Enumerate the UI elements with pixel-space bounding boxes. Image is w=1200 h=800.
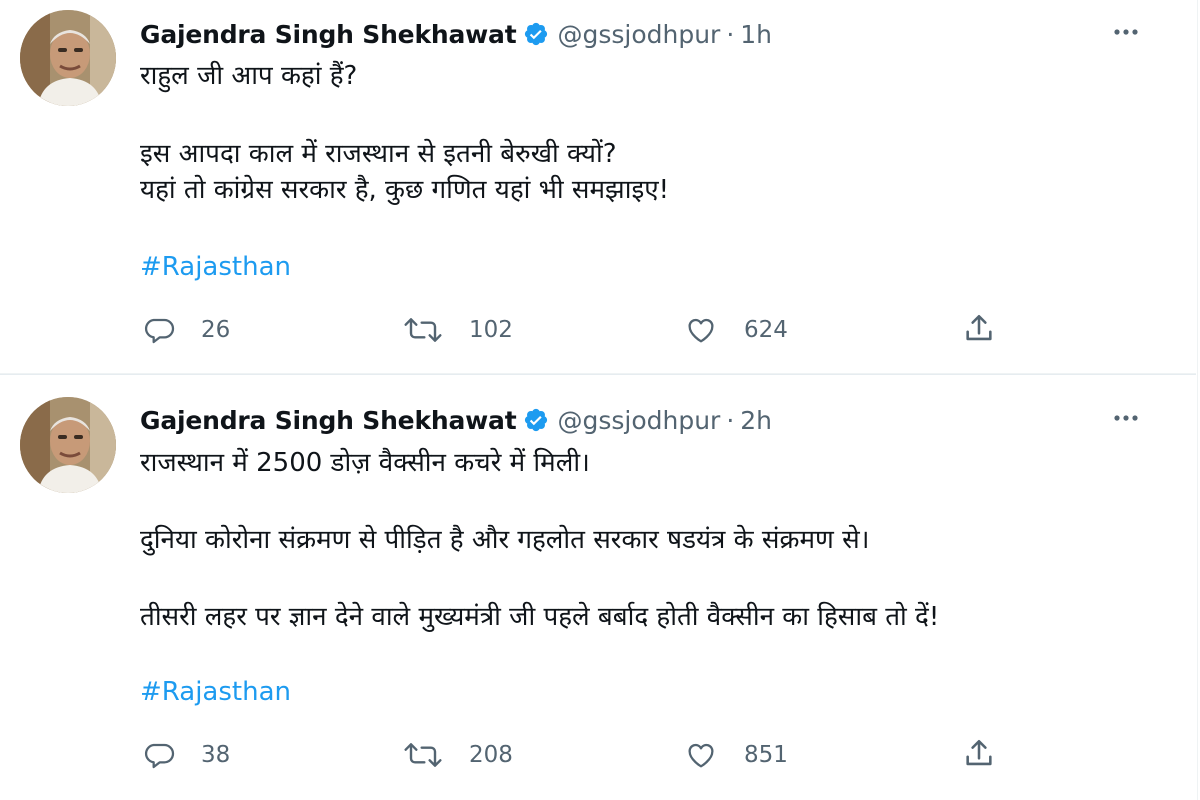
reply-icon — [143, 314, 175, 346]
tweet-header: Gajendra Singh Shekhawat @gssjodhpur · 2… — [140, 402, 772, 438]
feed-border — [1197, 0, 1198, 800]
retweet-icon — [403, 314, 443, 346]
tweet-text-line: इस आपदा काल में राजस्थान से इतनी बेरुखी … — [140, 139, 617, 169]
share-icon — [962, 312, 996, 346]
reply-button[interactable]: 26 — [143, 314, 230, 346]
verified-badge-icon — [523, 407, 549, 433]
meta-separator: · — [726, 19, 735, 49]
hashtag-link[interactable]: #Rajasthan — [140, 677, 291, 707]
meta-separator: · — [726, 405, 735, 435]
more-options-icon[interactable] — [1108, 400, 1144, 436]
author-name[interactable]: Gajendra Singh Shekhawat — [140, 406, 517, 435]
tweet[interactable]: Gajendra Singh Shekhawat @gssjodhpur · 2… — [0, 375, 1196, 800]
avatar-image — [20, 10, 116, 106]
avatar[interactable] — [20, 10, 116, 106]
like-icon — [684, 739, 718, 771]
reply-count: 26 — [201, 317, 231, 343]
retweet-button[interactable]: 102 — [403, 314, 513, 346]
more-options-icon[interactable] — [1108, 14, 1144, 50]
share-button[interactable] — [962, 312, 996, 346]
tweet-text-line: राहुल जी आप कहां हैं? — [140, 61, 358, 91]
reply-button[interactable]: 38 — [143, 739, 230, 771]
retweet-count: 102 — [469, 317, 513, 343]
like-count: 624 — [744, 317, 788, 343]
tweet[interactable]: Gajendra Singh Shekhawat @gssjodhpur · 1… — [0, 0, 1196, 374]
tweet-text-line: दुनिया कोरोना संक्रमण से पीड़ित है और गह… — [140, 525, 870, 555]
retweet-count: 208 — [469, 742, 513, 768]
like-button[interactable]: 851 — [684, 739, 788, 771]
like-count: 851 — [744, 742, 788, 768]
like-icon — [684, 314, 718, 346]
verified-badge-icon — [523, 21, 549, 47]
tweet-timestamp[interactable]: 1h — [740, 20, 772, 49]
tweet-timestamp[interactable]: 2h — [740, 406, 772, 435]
retweet-icon — [403, 739, 443, 771]
like-button[interactable]: 624 — [684, 314, 788, 346]
tweet-text-line: यहां तो कांग्रेस सरकार है, कुछ गणित यहां… — [140, 175, 670, 205]
reply-icon — [143, 739, 175, 771]
tweet-header: Gajendra Singh Shekhawat @gssjodhpur · 1… — [140, 16, 772, 52]
author-name[interactable]: Gajendra Singh Shekhawat — [140, 20, 517, 49]
retweet-button[interactable]: 208 — [403, 739, 513, 771]
hashtag-link[interactable]: #Rajasthan — [140, 252, 291, 282]
share-icon — [962, 737, 996, 771]
avatar[interactable] — [20, 397, 116, 493]
tweet-text-line: तीसरी लहर पर ज्ञान देने वाले मुख्यमंत्री… — [140, 602, 940, 632]
avatar-image — [20, 397, 116, 493]
share-button[interactable] — [962, 737, 996, 771]
tweet-text-line: राजस्थान में 2500 डोज़ वैक्सीन कचरे में … — [140, 448, 590, 478]
tweet-feed: Gajendra Singh Shekhawat @gssjodhpur · 1… — [0, 0, 1200, 800]
author-handle[interactable]: @gssjodhpur — [557, 406, 720, 435]
reply-count: 38 — [201, 742, 231, 768]
author-handle[interactable]: @gssjodhpur — [557, 20, 720, 49]
